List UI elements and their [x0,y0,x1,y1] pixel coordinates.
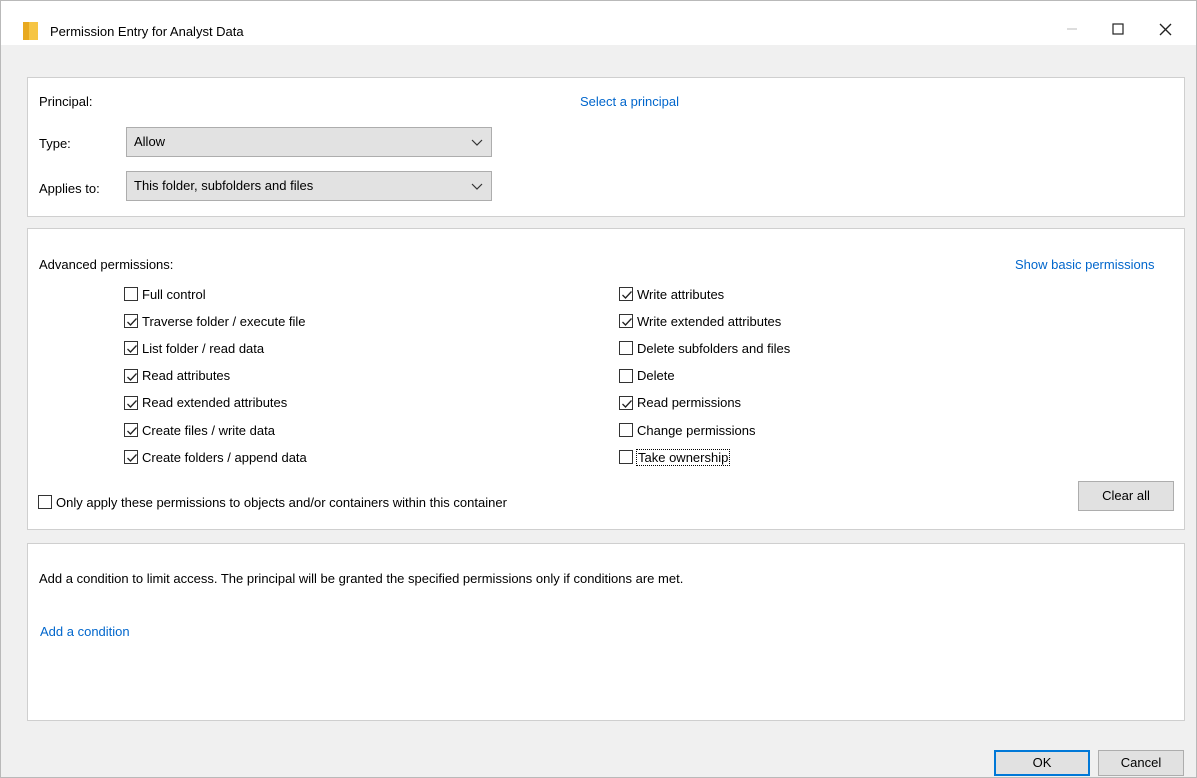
permission-checkbox[interactable] [619,341,633,356]
close-button[interactable] [1142,13,1188,45]
only-apply-checkbox-row[interactable]: Only apply these permissions to objects … [38,492,507,512]
clear-all-button[interactable]: Clear all [1078,481,1174,511]
permission-label: Full control [142,286,206,302]
cancel-button[interactable]: Cancel [1098,750,1184,776]
permission-checkbox-checked[interactable] [619,395,633,410]
permission-label: Delete subfolders and files [637,340,791,356]
permission-label: Create files / write data [142,422,275,438]
permission-label: Change permissions [637,422,756,438]
window-title: Permission Entry for Analyst Data [50,24,244,39]
permission-label: Take ownership [635,448,731,466]
close-icon [1159,23,1171,35]
chevron-down-icon [471,183,483,190]
checkmark-icon [127,427,137,435]
permission-row[interactable]: Read extended attributes [124,393,287,413]
permission-row[interactable]: List folder / read data [124,338,264,358]
type-select-value: Allow [134,134,166,149]
condition-description: Add a condition to limit access. The pri… [39,571,684,586]
permission-checkbox[interactable] [619,368,633,383]
permission-row[interactable]: Full control [124,284,206,304]
permission-label: Traverse folder / execute file [142,313,306,329]
permission-row[interactable]: Create folders / append data [124,447,307,467]
ok-button[interactable]: OK [994,750,1090,776]
checkmark-icon [127,318,137,327]
folder-icon [23,22,38,40]
permission-row[interactable]: Traverse folder / execute file [124,311,306,331]
permission-checkbox[interactable] [124,287,138,301]
permission-label: Read extended attributes [142,395,288,411]
checkmark-icon [127,399,137,408]
minimize-icon [1067,28,1077,30]
permission-row[interactable]: Write extended attributes [619,311,781,331]
principal-panel: Principal: Select a principal Type: Allo… [27,77,1185,217]
permission-checkbox-checked[interactable] [619,287,633,301]
permission-label: List folder / read data [142,340,265,356]
checkmark-icon [622,291,632,299]
only-apply-checkbox[interactable] [38,495,52,509]
permission-row[interactable]: Write attributes [619,284,724,304]
checkmark-icon [127,345,137,354]
permission-checkbox[interactable] [619,423,633,437]
minimize-button[interactable] [1049,13,1095,45]
show-basic-permissions-link[interactable]: Show basic permissions [1015,257,1154,272]
type-label: Type: [39,136,71,151]
applies-to-select-value: This folder, subfolders and files [134,178,314,193]
principal-label: Principal: [39,94,93,109]
checkmark-icon [622,399,632,408]
permission-label: Read attributes [142,368,231,384]
permission-label: Write extended attributes [637,313,782,329]
type-select[interactable]: Allow [126,127,492,157]
advanced-permissions-panel: Advanced permissions: Show basic permiss… [27,228,1185,530]
permission-row[interactable]: Create files / write data [124,420,275,440]
permission-row[interactable]: Read permissions [619,393,741,413]
title-bar[interactable]: Permission Entry for Analyst Data [1,1,1196,45]
permission-checkbox-checked[interactable] [124,368,138,383]
maximize-icon [1112,23,1124,35]
permission-checkbox-checked[interactable] [619,314,633,329]
permission-label: Read permissions [637,395,742,411]
permission-checkbox-checked[interactable] [124,423,138,437]
permission-label: Write attributes [637,286,725,302]
advanced-permissions-heading: Advanced permissions: [39,257,174,272]
permission-checkbox[interactable] [619,450,633,465]
permission-row[interactable]: Change permissions [619,420,756,440]
permission-checkbox-checked[interactable] [124,341,138,356]
select-principal-link[interactable]: Select a principal [580,94,679,109]
permission-row[interactable]: Delete subfolders and files [619,338,790,358]
condition-panel: Add a condition to limit access. The pri… [27,543,1185,721]
applies-to-select[interactable]: This folder, subfolders and files [126,171,492,201]
add-condition-link[interactable]: Add a condition [40,624,130,639]
permission-row[interactable]: Read attributes [124,366,230,386]
permission-checkbox-checked[interactable] [124,395,138,410]
checkmark-icon [127,372,137,381]
checkmark-icon [127,454,137,463]
permission-entry-window: Permission Entry for Analyst Data Princi… [0,0,1197,778]
checkmark-icon [622,318,632,327]
permission-checkbox-checked[interactable] [124,314,138,329]
chevron-down-icon [471,139,483,146]
permission-row[interactable]: Take ownership [619,447,731,467]
permission-checkbox-checked[interactable] [124,450,138,465]
permission-label: Delete [637,368,675,384]
permission-row[interactable]: Delete [619,366,675,386]
maximize-button[interactable] [1095,13,1141,45]
applies-to-label: Applies to: [39,181,100,196]
only-apply-label: Only apply these permissions to objects … [56,494,507,510]
permission-label: Create folders / append data [142,449,307,465]
footer-bar: OK Cancel [1,729,1196,777]
